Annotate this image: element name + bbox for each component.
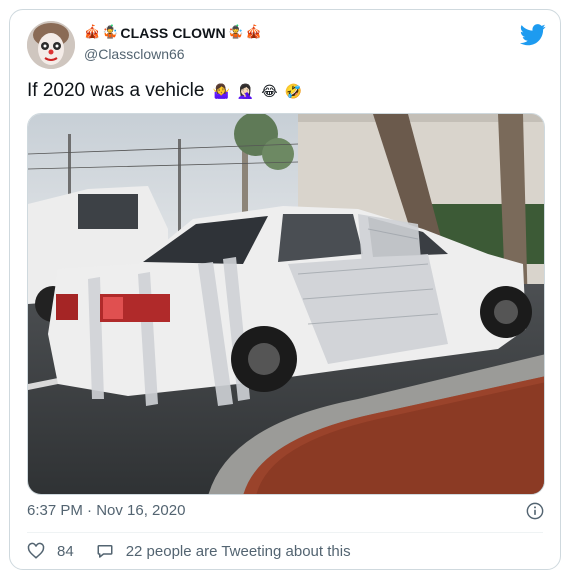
taped-car-photo: [28, 114, 544, 494]
juggler-emoji: 🤹: [227, 25, 244, 40]
tweet-text-body: If 2020 was a vehicle: [27, 80, 205, 101]
tweet-text: If 2020 was a vehicle 🤷‍♀️ 🤦🏻‍♀️ 😂 🤣: [27, 80, 304, 102]
info-icon[interactable]: [526, 502, 544, 520]
twitter-bird-icon[interactable]: [520, 24, 546, 46]
tweet-emoji-row: 🤷‍♀️ 🤦🏻‍♀️ 😂 🤣: [210, 80, 304, 102]
divider: [27, 532, 543, 533]
speech-bubble-icon: [97, 545, 113, 558]
circus-tent-emoji: 🎪: [84, 25, 101, 40]
tweet-timestamp[interactable]: 6:37 PM · Nov 16, 2020: [27, 502, 185, 519]
avatar[interactable]: [27, 21, 75, 69]
tweet-actions: 84 22 people are Tweeting about this: [27, 542, 373, 560]
conversation-button[interactable]: 22 people are Tweeting about this: [96, 542, 351, 560]
clown-avatar-image: [27, 21, 75, 69]
tweet-photo[interactable]: [27, 113, 545, 495]
tears-of-joy-emoji: 😂: [261, 82, 278, 99]
juggler-emoji: 🤹: [102, 25, 119, 40]
conversation-count-label: 22 people are Tweeting about this: [125, 542, 351, 560]
circus-tent-emoji: 🎪: [245, 25, 263, 40]
rofl-emoji: 🤣: [284, 82, 303, 99]
like-count: 84: [57, 542, 74, 560]
display-name-row[interactable]: 🎪 🤹 CLASS CLOWN 🤹 🎪: [84, 25, 262, 41]
user-handle[interactable]: @Classclown66: [84, 46, 185, 62]
heart-icon: [27, 542, 45, 559]
display-name[interactable]: CLASS CLOWN: [120, 25, 225, 41]
tweet-card[interactable]: 🎪 🤹 CLASS CLOWN 🤹 🎪 @Classclown66 If 202…: [9, 9, 561, 570]
facepalm-emoji: 🤦🏻‍♀️: [236, 82, 255, 99]
like-button[interactable]: 84: [27, 542, 74, 560]
shrug-emoji: 🤷‍♀️: [212, 82, 231, 99]
